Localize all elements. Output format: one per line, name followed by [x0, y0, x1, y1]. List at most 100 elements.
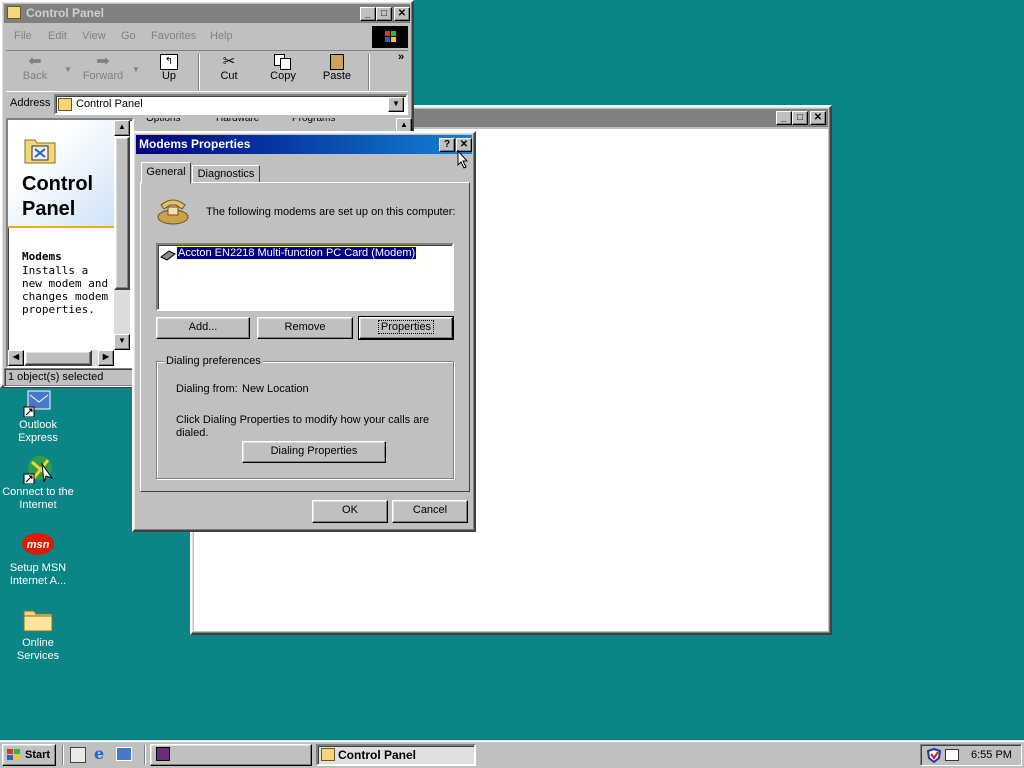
modem-name: Accton EN2218 Multi-function PC Card (Mo…: [175, 246, 418, 260]
outlook-quicklaunch-icon[interactable]: [116, 747, 132, 761]
forward-button[interactable]: ➡ Forward: [76, 54, 130, 90]
menu-help[interactable]: Help: [210, 30, 233, 42]
back-arrow-icon: ⬅: [28, 53, 42, 70]
horizontal-scrollbar[interactable]: ◀ ▶: [8, 350, 114, 366]
ok-button[interactable]: OK: [312, 500, 388, 523]
selected-item-name: Modems: [22, 250, 62, 263]
close-button[interactable]: ✕: [394, 7, 410, 21]
properties-button[interactable]: Properties: [358, 316, 454, 340]
tab-diagnostics[interactable]: Diagnostics: [192, 165, 260, 183]
outlook-express-icon: [22, 385, 54, 418]
cut-button[interactable]: ✂ Cut: [206, 54, 252, 90]
show-desktop-icon[interactable]: [70, 747, 86, 763]
window-title: Control Panel: [26, 6, 105, 20]
dialing-properties-button[interactable]: Dialing Properties: [242, 441, 386, 463]
system-tray: 6:55 PM: [920, 744, 1022, 766]
folder-icon: [22, 603, 54, 635]
cancel-button[interactable]: Cancel: [392, 500, 468, 523]
pc-card-modem-icon: [160, 249, 176, 264]
menu-view[interactable]: View: [82, 30, 106, 42]
clock[interactable]: 6:55 PM: [971, 749, 1012, 761]
control-panel-titlebar[interactable]: Control Panel: [4, 4, 410, 23]
desktop-icon-label: Outlook Express: [18, 419, 58, 444]
remove-button[interactable]: Remove: [257, 317, 353, 339]
toolbar-overflow-chevron[interactable]: »: [398, 51, 404, 63]
address-input[interactable]: Control Panel ▼: [54, 94, 408, 115]
maximize-button[interactable]: □: [792, 111, 808, 125]
toolbar-separator: [198, 54, 200, 90]
dialing-hint: Click Dialing Properties to modify how y…: [176, 414, 430, 439]
back-dropdown-icon[interactable]: ▼: [64, 65, 72, 74]
scroll-left-button[interactable]: ◀: [8, 350, 24, 366]
control-panel-small-icon: [58, 98, 72, 111]
desktop-icon-online-services[interactable]: Online Services: [0, 603, 76, 663]
program-icon: [156, 747, 170, 761]
scroll-thumb[interactable]: [114, 136, 130, 290]
scissors-icon: ✂: [222, 53, 236, 70]
back-button[interactable]: ⬅ Back: [12, 54, 58, 90]
minimize-button[interactable]: _: [360, 7, 376, 21]
mouse-pointer-icon: [457, 149, 469, 172]
desktop-icon-msn[interactable]: msn Setup MSN Internet A...: [0, 528, 76, 588]
internet-explorer-icon[interactable]: e: [94, 746, 104, 762]
scroll-right-button[interactable]: ▶: [98, 350, 114, 366]
partial-list-header: Options Hardware Programs: [136, 118, 408, 132]
desktop-icon-connect-internet[interactable]: Connect to the Internet: [0, 452, 76, 512]
menu-bar: File Edit View Go Favorites Help: [6, 28, 406, 46]
address-dropdown-button[interactable]: ▼: [388, 97, 404, 112]
vertical-scrollbar[interactable]: ▲ ▼: [114, 120, 130, 350]
copy-icon: [274, 54, 292, 70]
desktop-icon-label: Connect to the Internet: [2, 486, 74, 511]
security-shield-icon[interactable]: [926, 747, 942, 766]
up-button[interactable]: ↰ Up: [146, 54, 192, 90]
control-panel-window-icon: [7, 6, 21, 19]
tab-general[interactable]: General: [141, 162, 191, 184]
modem-list[interactable]: Accton EN2218 Multi-function PC Card (Mo…: [156, 243, 454, 311]
desktop-icon-label: Online Services: [16, 637, 60, 662]
minimize-button[interactable]: _: [776, 111, 792, 125]
windows-flag-icon: [6, 748, 22, 768]
msn-icon: msn: [22, 528, 54, 560]
partial-header-label: Options: [146, 118, 181, 124]
forward-arrow-icon: ➡: [96, 53, 110, 70]
toolbar-separator: [368, 54, 370, 90]
menu-file[interactable]: File: [14, 30, 32, 42]
network-tray-icon[interactable]: [945, 749, 959, 761]
scroll-up-button[interactable]: ▲: [114, 120, 130, 136]
maximize-button[interactable]: □: [376, 7, 392, 21]
dialing-preferences-label: Dialing preferences: [164, 355, 263, 367]
taskbar-separator: [62, 745, 64, 765]
control-panel-small-icon: [321, 748, 335, 761]
copy-button[interactable]: Copy: [260, 54, 306, 90]
modems-intro-text: The following modems are set up on this …: [206, 206, 456, 218]
address-bar: Address Control Panel ▼: [6, 94, 408, 116]
scroll-down-button[interactable]: ▼: [114, 334, 130, 350]
status-bar: 1 object(s) selected: [4, 368, 136, 387]
taskbar-button-untitled[interactable]: [150, 744, 312, 766]
paste-button[interactable]: Paste: [314, 54, 360, 90]
add-button[interactable]: Add...: [156, 317, 250, 339]
dialog-titlebar[interactable]: Modems Properties: [136, 135, 472, 154]
partial-header-label: Programs: [292, 118, 336, 124]
scroll-thumb[interactable]: [24, 350, 92, 366]
menu-favorites[interactable]: Favorites: [151, 30, 196, 42]
telephone-icon: [156, 193, 190, 225]
forward-dropdown-icon[interactable]: ▼: [132, 65, 140, 74]
modems-properties-dialog[interactable]: Modems Properties ? ✕ General Diagnostic…: [132, 131, 476, 532]
control-panel-folder-icon: [24, 136, 56, 164]
dialing-from-label: Dialing from:: [176, 383, 238, 395]
up-folder-icon: ↰: [160, 54, 178, 70]
start-button[interactable]: Start: [2, 744, 56, 766]
taskbar-separator: [144, 745, 146, 765]
control-panel-content: Control Panel Modems Installs a new mode…: [6, 118, 134, 368]
close-button[interactable]: ✕: [810, 111, 826, 125]
windows-logo-throbber: [372, 26, 408, 48]
panel-heading: Control Panel: [22, 173, 94, 220]
taskbar-button-control-panel[interactable]: Control Panel: [316, 744, 476, 766]
menu-edit[interactable]: Edit: [48, 30, 67, 42]
desktop-icon-outlook-express[interactable]: Outlook Express: [0, 385, 76, 445]
menu-go[interactable]: Go: [121, 30, 136, 42]
help-button[interactable]: ?: [439, 138, 455, 152]
desktop-icon-label: Setup MSN Internet A...: [9, 562, 67, 587]
selected-item-description: Installs a new modem and changes modem p…: [22, 264, 109, 316]
